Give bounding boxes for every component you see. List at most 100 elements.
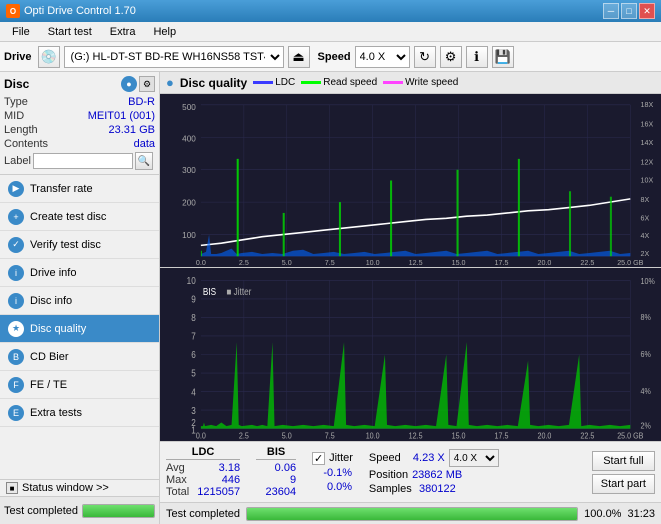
position-row: Position 23862 MB [369, 469, 499, 481]
nav-icon-cd-bier: B [8, 349, 24, 365]
svg-text:10.0: 10.0 [366, 258, 380, 267]
drive-select[interactable]: (G:) HL-DT-ST BD-RE WH16NS58 TST4 [64, 46, 284, 68]
bis-total-value: 23604 [256, 486, 296, 498]
speed-select[interactable]: 4.0 X [355, 46, 410, 68]
nav-transfer-rate[interactable]: ▶ Transfer rate [0, 175, 159, 203]
svg-text:18X: 18X [641, 100, 654, 109]
speed-dropdown[interactable]: 4.0 X [449, 449, 499, 467]
position-label: Position [369, 469, 408, 481]
svg-text:8%: 8% [641, 312, 651, 322]
svg-text:17.5: 17.5 [495, 258, 509, 267]
maximize-button[interactable]: □ [621, 3, 637, 19]
svg-text:5.0: 5.0 [282, 258, 292, 267]
svg-text:BIS: BIS [203, 286, 216, 297]
legend-ldc-color [253, 81, 273, 84]
jitter-checkbox[interactable]: ✓ [312, 452, 325, 465]
nav-list: ▶ Transfer rate + Create test disc ✓ Ver… [0, 175, 159, 479]
svg-text:25.0 GB: 25.0 GB [617, 258, 643, 267]
jitter-label: Jitter [329, 452, 353, 464]
menu-help[interactable]: Help [145, 24, 184, 40]
nav-icon-drive-info: i [8, 265, 24, 281]
drive-icon-button[interactable]: 💿 [38, 46, 60, 68]
samples-value: 380122 [416, 483, 456, 495]
disc-contents-row: Contents data [4, 138, 155, 150]
disc-label-label: Label [4, 155, 31, 167]
svg-text:12.5: 12.5 [409, 258, 423, 267]
menu-file[interactable]: File [4, 24, 38, 40]
app-title: Opti Drive Control 1.70 [24, 5, 136, 17]
svg-text:■ Jitter: ■ Jitter [226, 286, 251, 297]
nav-label-drive-info: Drive info [30, 267, 76, 279]
ldc-max-value: 446 [200, 474, 240, 486]
start-part-button[interactable]: Start part [592, 474, 655, 494]
jitter-section: ✓ Jitter -0.1% 0.0% [312, 452, 353, 493]
nav-verify-test-disc[interactable]: ✓ Verify test disc [0, 231, 159, 259]
svg-text:6: 6 [191, 349, 196, 360]
nav-icon-fe-te: F [8, 377, 24, 393]
info-button[interactable]: ℹ [466, 46, 488, 68]
nav-disc-quality[interactable]: ★ Disc quality [0, 315, 159, 343]
disc-label-input[interactable] [33, 153, 133, 169]
menu-extra[interactable]: Extra [102, 24, 144, 40]
svg-text:16X: 16X [641, 119, 654, 128]
content-area: ● Disc quality LDC Read speed Write spee… [160, 72, 661, 524]
nav-label-transfer-rate: Transfer rate [30, 183, 93, 195]
progress-label: 100.0% [584, 508, 621, 520]
legend-read-color [301, 81, 321, 84]
svg-text:12.5: 12.5 [409, 431, 423, 441]
jitter-max-row: 0.0% [312, 481, 353, 493]
disc-type-value: BD-R [128, 96, 155, 108]
svg-text:7.5: 7.5 [325, 258, 335, 267]
nav-create-test-disc[interactable]: + Create test disc [0, 203, 159, 231]
top-chart: 500 400 300 200 100 18X 16X 14X 12X 10X … [160, 94, 661, 268]
svg-text:2.5: 2.5 [239, 258, 249, 267]
nav-icon-extra-tests: E [8, 405, 24, 421]
nav-fe-te[interactable]: F FE / TE [0, 371, 159, 399]
svg-text:0.0: 0.0 [196, 431, 206, 441]
bottom-chart: BIS ■ Jitter 10 9 8 7 6 5 4 3 2 1 10% 8% [160, 268, 661, 441]
max-label: Max [166, 474, 187, 486]
jitter-avg-value: -0.1% [312, 467, 352, 479]
nav-label-fe-te: FE / TE [30, 379, 67, 391]
menu-bar: File Start test Extra Help [0, 22, 661, 42]
settings-button[interactable]: ⚙ [440, 46, 462, 68]
title-bar: O Opti Drive Control 1.70 ─ □ ✕ [0, 0, 661, 22]
bottom-progress-container [246, 507, 578, 521]
sidebar: Disc ● ⚙ Type BD-R MID MEIT01 (001) Leng… [0, 72, 160, 524]
svg-text:200: 200 [182, 197, 196, 207]
disc-label-button[interactable]: 🔍 [135, 152, 153, 170]
menu-start-test[interactable]: Start test [40, 24, 100, 40]
disc-mid-row: MID MEIT01 (001) [4, 110, 155, 122]
svg-text:5: 5 [191, 368, 196, 379]
status-window-button[interactable]: ■ Status window >> [0, 479, 159, 496]
bottom-chart-svg: BIS ■ Jitter 10 9 8 7 6 5 4 3 2 1 10% 8% [160, 268, 661, 441]
start-full-button[interactable]: Start full [592, 451, 655, 471]
position-value: 23862 MB [412, 469, 462, 481]
svg-text:9: 9 [191, 294, 196, 305]
legend-ldc-label: LDC [275, 77, 295, 88]
ldc-total-row: Total 1215057 [166, 486, 240, 498]
svg-text:10.0: 10.0 [366, 431, 380, 441]
nav-extra-tests[interactable]: E Extra tests [0, 399, 159, 427]
save-button[interactable]: 💾 [492, 46, 514, 68]
disc-settings-icon[interactable]: ⚙ [139, 76, 155, 92]
disc-length-row: Length 23.31 GB [4, 124, 155, 136]
bis-total-row: 23604 [256, 486, 296, 498]
nav-disc-info[interactable]: i Disc info [0, 287, 159, 315]
svg-text:0.0: 0.0 [196, 258, 206, 267]
svg-text:400: 400 [182, 133, 196, 143]
top-chart-svg: 500 400 300 200 100 18X 16X 14X 12X 10X … [160, 94, 661, 267]
disc-label-row: Label 🔍 [4, 152, 155, 170]
main-content: Disc ● ⚙ Type BD-R MID MEIT01 (001) Leng… [0, 72, 661, 524]
bis-max-value: 9 [256, 474, 296, 486]
nav-label-cd-bier: CD Bier [30, 351, 69, 363]
nav-cd-bier[interactable]: B CD Bier [0, 343, 159, 371]
disc-contents-label: Contents [4, 138, 48, 150]
refresh-button[interactable]: ↻ [414, 46, 436, 68]
close-button[interactable]: ✕ [639, 3, 655, 19]
svg-text:10X: 10X [641, 175, 654, 184]
eject-button[interactable]: ⏏ [288, 46, 310, 68]
nav-drive-info[interactable]: i Drive info [0, 259, 159, 287]
minimize-button[interactable]: ─ [603, 3, 619, 19]
ldc-col: LDC Avg 3.18 Max 446 Total 1215057 [166, 446, 240, 498]
